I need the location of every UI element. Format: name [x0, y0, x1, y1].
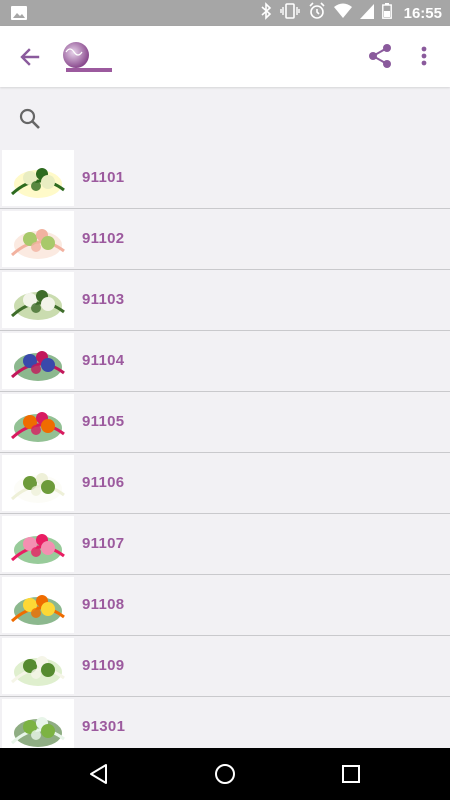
- product-thumbnail: [2, 699, 74, 755]
- app-bar: [0, 26, 450, 87]
- product-thumbnail: [2, 577, 74, 633]
- wifi-icon: [333, 3, 352, 24]
- search-input[interactable]: [56, 101, 430, 137]
- search-icon[interactable]: [18, 107, 42, 131]
- product-code: 91106: [82, 474, 125, 491]
- product-code: 91301: [82, 718, 126, 735]
- product-thumbnail: [2, 333, 74, 389]
- brand-logo: [60, 40, 114, 74]
- bluetooth-icon: [260, 1, 272, 25]
- share-icon[interactable]: [366, 42, 394, 70]
- product-thumbnail: [2, 455, 74, 511]
- back-nav-icon[interactable]: [87, 762, 111, 786]
- product-code: 91109: [82, 657, 125, 674]
- vibrate-icon: [279, 2, 300, 24]
- battery-icon: [381, 2, 392, 24]
- list-item[interactable]: 91108: [0, 575, 450, 636]
- product-thumbnail: [2, 638, 74, 694]
- alarm-icon: [308, 1, 326, 25]
- list-item[interactable]: 91107: [0, 514, 450, 575]
- product-code: 91107: [82, 535, 125, 552]
- product-thumbnail: [2, 516, 74, 572]
- recents-nav-icon[interactable]: [339, 762, 363, 786]
- list-item[interactable]: 91101: [0, 148, 450, 209]
- list-item[interactable]: 91103: [0, 270, 450, 331]
- list-item[interactable]: 91102: [0, 209, 450, 270]
- gallery-notification-icon: [10, 5, 28, 26]
- list-item[interactable]: 91105: [0, 392, 450, 453]
- product-code: 91102: [82, 230, 125, 247]
- product-thumbnail: [2, 394, 74, 450]
- product-thumbnail: [2, 150, 74, 206]
- signal-icon: [359, 3, 374, 24]
- product-code: 91108: [82, 596, 125, 613]
- back-arrow-icon[interactable]: [16, 43, 44, 71]
- search-bar: [0, 87, 450, 147]
- product-list: 91101 91102 91103 91104 91105 91106 91107 91108…: [0, 148, 450, 758]
- product-code: 91105: [82, 413, 125, 430]
- navigation-bar: [0, 748, 450, 800]
- status-bar: 16:55: [0, 0, 450, 26]
- product-code: 91103: [82, 291, 125, 308]
- list-item[interactable]: 91106: [0, 453, 450, 514]
- product-code: 91101: [82, 169, 125, 186]
- list-item[interactable]: 91104: [0, 331, 450, 392]
- home-nav-icon[interactable]: [213, 762, 237, 786]
- product-thumbnail: [2, 272, 74, 328]
- more-options-icon[interactable]: [414, 42, 434, 70]
- status-time: 16:55: [403, 4, 442, 22]
- product-thumbnail: [2, 211, 74, 267]
- product-code: 91104: [82, 352, 125, 369]
- list-item[interactable]: 91109: [0, 636, 450, 697]
